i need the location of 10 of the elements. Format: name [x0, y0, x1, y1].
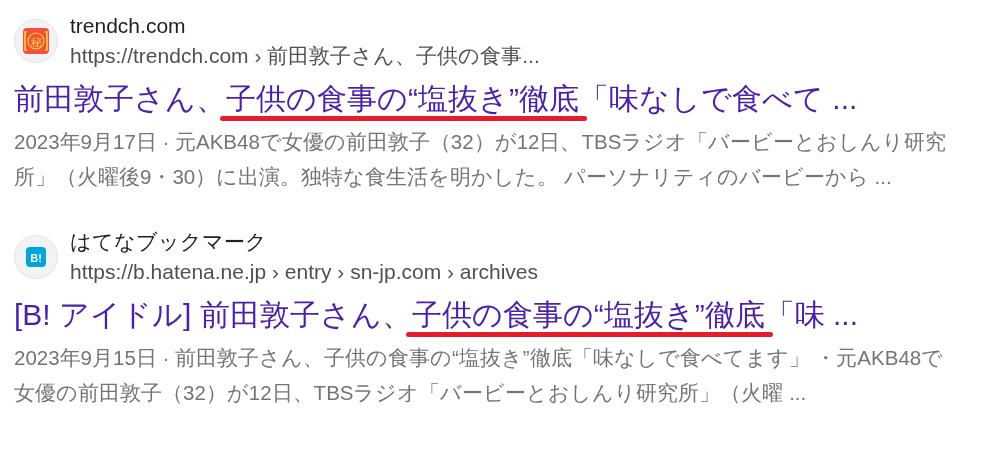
- site-icon: B!: [14, 235, 58, 279]
- site-name: はてなブックマーク: [70, 229, 268, 255]
- result-url: https://trendch.com › 前田敦子さん、子供の食事...: [70, 43, 540, 69]
- result-url: https://b.hatena.ne.jp › entry › sn-jp.com › archives: [70, 259, 539, 285]
- result-snippet: 2023年9月15日 · 前田敦子さん、子供の食事の“塩抜き”徹底「味なしで食べてます」 ・元AKB48で女優の前田敦子（32）が12日、TBSラジオ「バービーとおしんり研究所」（火曜 ...: [14, 345, 945, 406]
- site-name: trendch.com: [70, 13, 187, 39]
- result-title-link[interactable]: 前田敦子さん、子供の食事の“塩抜き”徹底「味なしで食べて ...: [14, 78, 858, 120]
- result-title-link[interactable]: [B! アイドル] 前田敦子さん、子供の食事の“塩抜き”徹底「味 ...: [14, 294, 858, 336]
- site-icon: 秘: [14, 19, 58, 63]
- result-snippet: 2023年9月17日 · 元AKB48で女優の前田敦子（32）が12日、TBSラジオ「バービーとおしんり研究所」（火曜後9・30）に出演。独特な食生活を明かした。 パーソナリティのバービーから ...: [14, 129, 948, 190]
